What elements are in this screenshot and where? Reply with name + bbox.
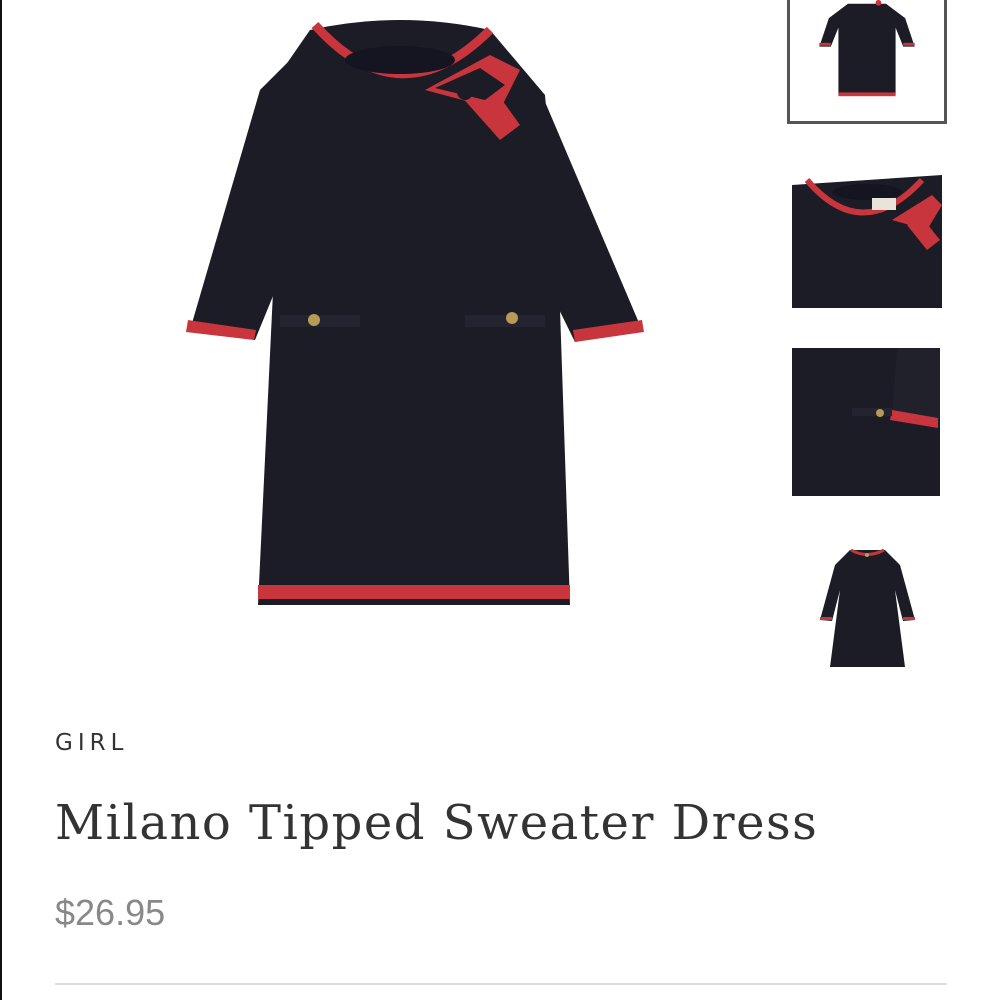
dress-back-image <box>820 548 915 667</box>
main-product-image[interactable] <box>160 0 670 640</box>
product-title: Milano Tipped Sweater Dress <box>55 795 819 851</box>
thumbnail-front[interactable] <box>787 0 947 124</box>
product-category: GIRL <box>55 730 129 756</box>
collar-detail-image <box>792 170 942 308</box>
thumbnail-sleeve-detail[interactable] <box>792 348 940 496</box>
dress-thumb-image <box>819 0 915 97</box>
section-divider <box>55 983 947 985</box>
thumbnail-back[interactable] <box>815 545 920 670</box>
product-price: $26.95 <box>55 892 166 933</box>
left-edge-border <box>0 0 2 1000</box>
thumbnail-collar-detail[interactable] <box>792 170 942 308</box>
sleeve-detail-image <box>792 348 940 496</box>
dress-front-image <box>186 20 644 605</box>
